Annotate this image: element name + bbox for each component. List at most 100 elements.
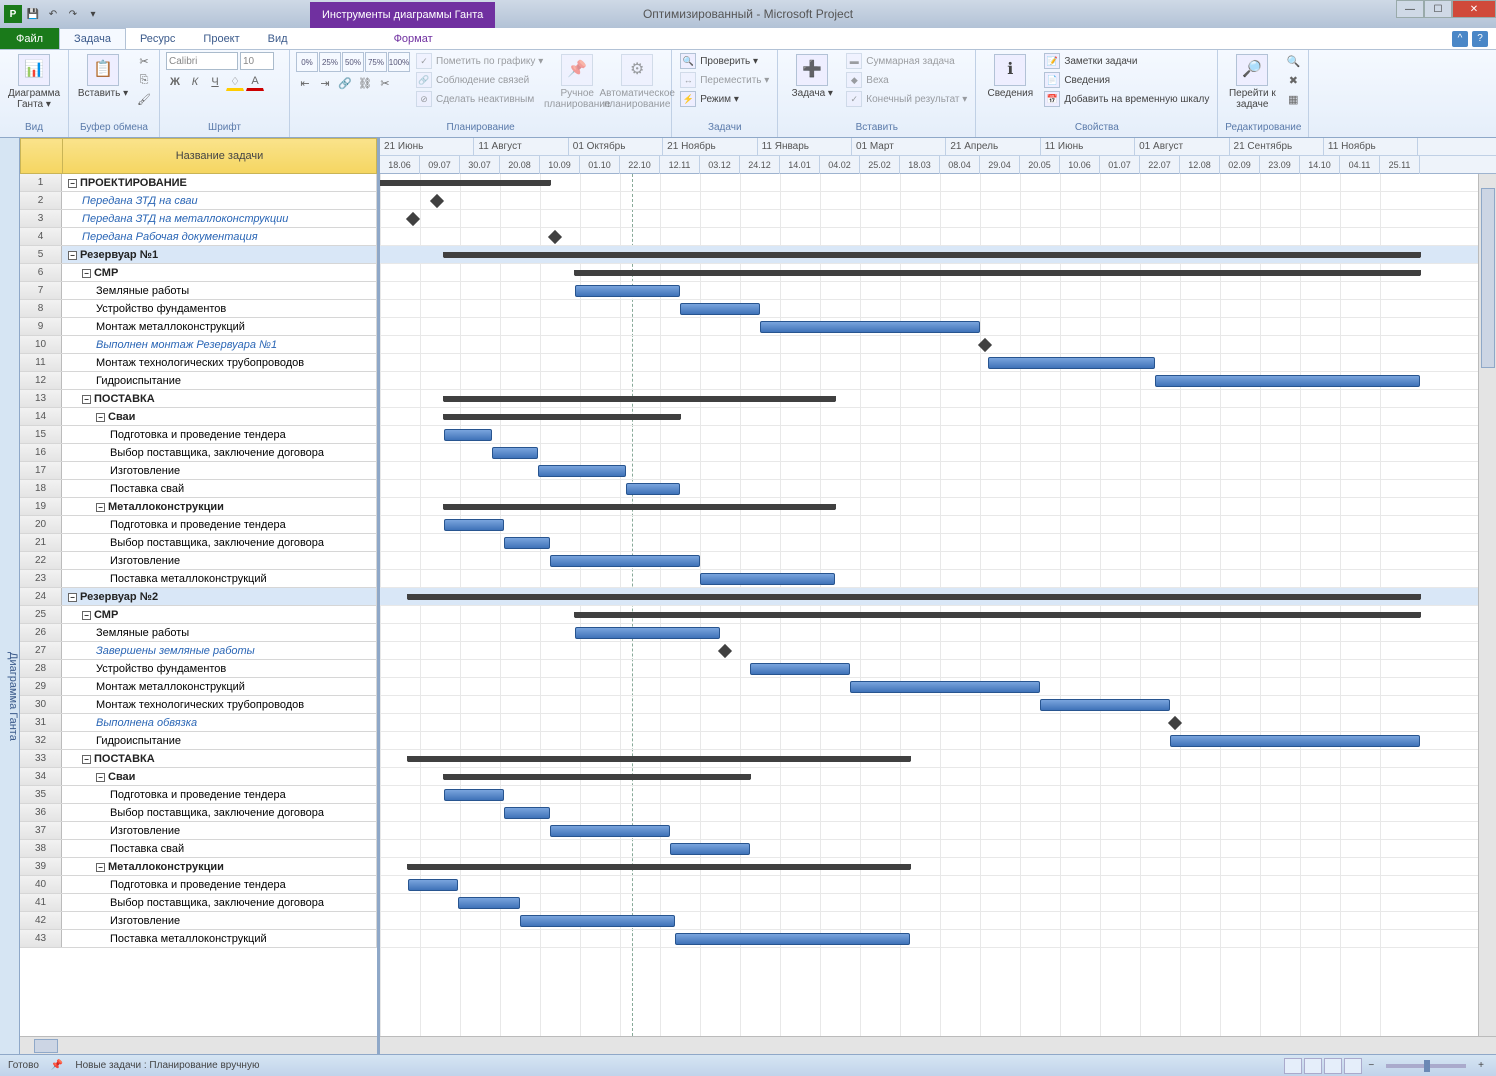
task-bar[interactable] <box>750 663 850 675</box>
move-button[interactable]: ↔Переместить ▾ <box>678 71 771 89</box>
task-row[interactable]: 26Земляные работы <box>20 624 377 642</box>
row-number[interactable]: 13 <box>20 390 62 407</box>
redo-icon[interactable]: ↷ <box>64 5 82 23</box>
task-name-cell[interactable]: Завершены земляные работы <box>62 642 377 659</box>
pct-100%[interactable]: 100% <box>388 52 410 72</box>
row-number[interactable]: 22 <box>20 552 62 569</box>
task-name-cell[interactable]: −Металлоконструкции <box>62 498 377 515</box>
row-number[interactable]: 14 <box>20 408 62 425</box>
task-bar[interactable] <box>1040 699 1170 711</box>
save-icon[interactable]: 💾 <box>24 5 42 23</box>
task-name-cell[interactable]: Поставка свай <box>62 480 377 497</box>
task-row[interactable]: 29Монтаж металлоконструкций <box>20 678 377 696</box>
outline-toggle[interactable]: − <box>68 179 77 188</box>
task-name-cell[interactable]: Изготовление <box>62 462 377 479</box>
outline-toggle[interactable]: − <box>68 251 77 260</box>
summary-bar[interactable] <box>380 180 550 186</box>
task-bar[interactable] <box>988 357 1155 369</box>
task-name-cell[interactable]: −Сваи <box>62 768 377 785</box>
task-bar[interactable] <box>760 321 980 333</box>
unlink-icon[interactable]: ⛓ <box>356 74 374 92</box>
task-name-cell[interactable]: Выполнен монтаж Резервуара №1 <box>62 336 377 353</box>
row-number[interactable]: 21 <box>20 534 62 551</box>
task-bar[interactable] <box>626 483 680 495</box>
bgcolor-button[interactable]: ♢ <box>226 73 244 91</box>
rownum-header[interactable] <box>21 139 63 173</box>
task-bar[interactable] <box>444 429 492 441</box>
row-number[interactable]: 5 <box>20 246 62 263</box>
row-number[interactable]: 7 <box>20 282 62 299</box>
outdent-icon[interactable]: ⇤ <box>296 74 314 92</box>
scroll-to-task-button[interactable]: 🔎 Перейти к задаче <box>1224 52 1280 112</box>
outline-toggle[interactable]: − <box>96 863 105 872</box>
outline-toggle[interactable]: − <box>96 413 105 422</box>
row-number[interactable]: 32 <box>20 732 62 749</box>
row-number[interactable]: 12 <box>20 372 62 389</box>
task-name-cell[interactable]: −СМР <box>62 264 377 281</box>
task-row[interactable]: 39−Металлоконструкции <box>20 858 377 876</box>
tab-project[interactable]: Проект <box>189 28 253 49</box>
paste-button[interactable]: 📋 Вставить ▾ <box>75 52 131 101</box>
task-row[interactable]: 25−СМР <box>20 606 377 624</box>
row-number[interactable]: 28 <box>20 660 62 677</box>
summary-bar[interactable] <box>444 774 750 780</box>
font-name-combo[interactable] <box>166 52 238 70</box>
fill-icon[interactable]: ▦ <box>1284 90 1302 108</box>
minimize-ribbon-icon[interactable]: ^ <box>1452 31 1468 47</box>
tab-task[interactable]: Задача <box>59 28 126 49</box>
row-number[interactable]: 15 <box>20 426 62 443</box>
task-name-cell[interactable]: Изготовление <box>62 552 377 569</box>
task-row[interactable]: 35Подготовка и проведение тендера <box>20 786 377 804</box>
task-name-cell[interactable]: Изготовление <box>62 822 377 839</box>
zoom-slider[interactable] <box>1386 1064 1466 1068</box>
pct-0%[interactable]: 0% <box>296 52 318 72</box>
task-name-cell[interactable]: Выбор поставщика, заключение договора <box>62 534 377 551</box>
tab-view[interactable]: Вид <box>254 28 302 49</box>
task-row[interactable]: 43Поставка металлоконструкций <box>20 930 377 948</box>
auto-schedule-button[interactable]: ⚙ Автоматическое планирование <box>609 52 665 112</box>
italic-button[interactable]: К <box>186 73 204 91</box>
task-bar[interactable] <box>675 933 910 945</box>
view-sidebar[interactable]: Диаграмма Ганта <box>0 138 20 1054</box>
task-row[interactable]: 22Изготовление <box>20 552 377 570</box>
task-bar[interactable] <box>504 807 550 819</box>
split-icon[interactable]: ✂ <box>376 74 394 92</box>
font-size-combo[interactable] <box>240 52 274 70</box>
task-row[interactable]: 27Завершены земляные работы <box>20 642 377 660</box>
task-bar[interactable] <box>408 879 458 891</box>
task-row[interactable]: 42Изготовление <box>20 912 377 930</box>
respect-links-button[interactable]: 🔗Соблюдение связей <box>414 71 545 89</box>
task-row[interactable]: 3Передана ЗТД на металлоконструкции <box>20 210 377 228</box>
row-number[interactable]: 35 <box>20 786 62 803</box>
gantt-chart-button[interactable]: 📊 Диаграмма Ганта ▾ <box>6 52 62 112</box>
milestone-marker[interactable] <box>718 644 732 658</box>
find-icon[interactable]: 🔍 <box>1284 52 1302 70</box>
row-number[interactable]: 4 <box>20 228 62 245</box>
task-name-cell[interactable]: Гидроиспытание <box>62 372 377 389</box>
row-number[interactable]: 24 <box>20 588 62 605</box>
task-name-cell[interactable]: Изготовление <box>62 912 377 929</box>
row-number[interactable]: 16 <box>20 444 62 461</box>
outline-toggle[interactable]: − <box>82 269 91 278</box>
task-row[interactable]: 5−Резервуар №1 <box>20 246 377 264</box>
task-row[interactable]: 40Подготовка и проведение тендера <box>20 876 377 894</box>
task-row[interactable]: 18Поставка свай <box>20 480 377 498</box>
task-bar[interactable] <box>444 519 504 531</box>
milestone-marker[interactable] <box>430 194 444 208</box>
task-bar[interactable] <box>670 843 750 855</box>
task-name-cell[interactable]: −ПРОЕКТИРОВАНИЕ <box>62 174 377 191</box>
row-number[interactable]: 42 <box>20 912 62 929</box>
summary-bar[interactable] <box>408 756 910 762</box>
task-name-cell[interactable]: −Резервуар №1 <box>62 246 377 263</box>
zoom-in-button[interactable]: + <box>1474 1060 1488 1071</box>
gantt-vscroll[interactable] <box>1478 174 1496 1036</box>
task-name-cell[interactable]: Подготовка и проведение тендера <box>62 876 377 893</box>
task-row[interactable]: 12Гидроиспытание <box>20 372 377 390</box>
task-name-cell[interactable]: −СМР <box>62 606 377 623</box>
task-row[interactable]: 1−ПРОЕКТИРОВАНИЕ <box>20 174 377 192</box>
outline-toggle[interactable]: − <box>82 395 91 404</box>
inspect-button[interactable]: 🔍Проверить ▾ <box>678 52 771 70</box>
task-row[interactable]: 11Монтаж технологических трубопроводов <box>20 354 377 372</box>
task-row[interactable]: 7Земляные работы <box>20 282 377 300</box>
task-name-cell[interactable]: Монтаж металлоконструкций <box>62 318 377 335</box>
